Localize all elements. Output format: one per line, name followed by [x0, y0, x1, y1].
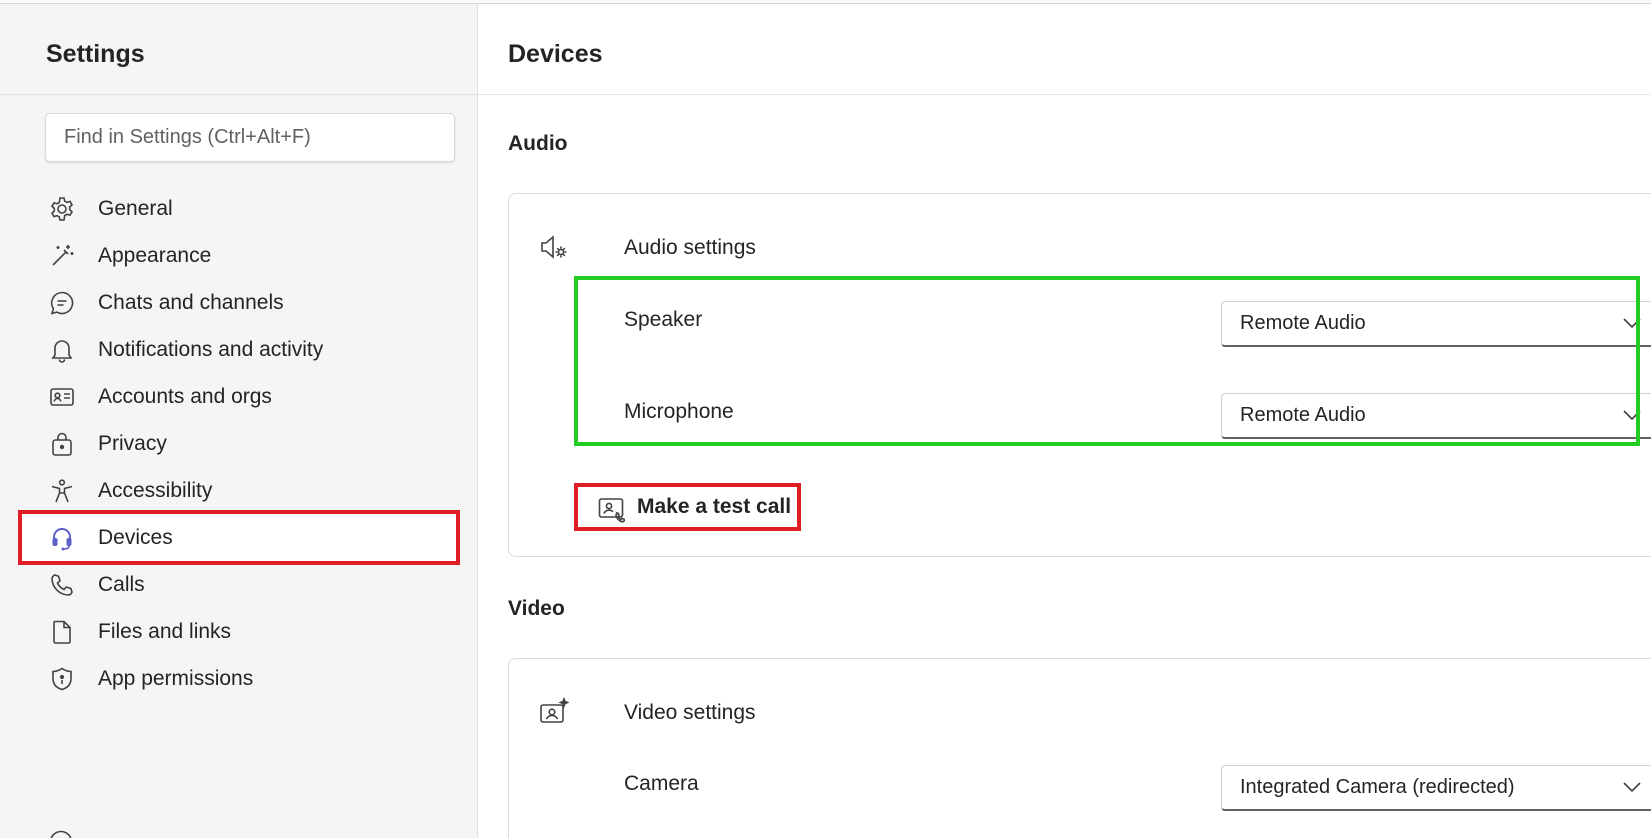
sidebar-item-label: Files and links [98, 620, 232, 643]
camera-dropdown-value: Integrated Camera (redirected) [1240, 776, 1515, 798]
sidebar-item-notifications[interactable]: Notifications and activity [18, 325, 460, 375]
sidebar-item-label: General [98, 197, 173, 220]
camera-label: Camera [624, 772, 699, 795]
sidebar-item-label: Accessibility [98, 479, 213, 502]
test-call-icon [598, 498, 626, 523]
sidebar-item-label: Devices [98, 525, 173, 549]
file-icon [48, 618, 76, 646]
sidebar-item-label: Accounts and orgs [98, 385, 272, 408]
id-card-icon [48, 383, 76, 411]
settings-search-input[interactable] [64, 126, 436, 149]
phone-icon [48, 571, 76, 599]
video-settings-card: Video settings Camera Integrated Camera … [508, 658, 1651, 838]
chevron-down-icon [1623, 318, 1641, 329]
sidebar-item-label: Chats and channels [98, 291, 284, 314]
accessibility-icon [48, 477, 76, 505]
make-test-call-label: Make a test call [637, 495, 792, 518]
camera-sparkle-icon [539, 696, 570, 727]
sidebar-item-devices[interactable]: Devices [18, 510, 460, 565]
sidebar-item-label: Notifications and activity [98, 338, 324, 361]
speaker-label: Speaker [624, 308, 703, 331]
sidebar-item-accounts-and-orgs[interactable]: Accounts and orgs [18, 372, 460, 422]
sidebar-item-app-permissions[interactable]: App permissions [18, 654, 460, 704]
chat-bubble-icon [48, 289, 76, 317]
sidebar-item-appearance[interactable]: Appearance [18, 231, 460, 281]
chevron-down-icon [1623, 782, 1641, 793]
video-section-title: Video [508, 597, 565, 620]
audio-settings-title: Audio settings [624, 236, 756, 259]
shield-icon [48, 665, 76, 693]
sidebar-item-chats-and-channels[interactable]: Chats and channels [18, 278, 460, 328]
microphone-label: Microphone [624, 400, 734, 423]
sidebar-item-calls[interactable]: Calls [18, 560, 460, 610]
gear-icon [48, 195, 76, 223]
speaker-gear-icon [539, 232, 569, 262]
sidebar-item-label: Calls [98, 573, 145, 596]
sidebar-item-general[interactable]: General [18, 184, 460, 234]
headset-icon [48, 524, 76, 552]
settings-search-box[interactable] [45, 113, 455, 162]
main-header: Devices [478, 4, 1651, 95]
sidebar-item-label: Privacy [98, 432, 167, 455]
settings-sidebar: Settings General Appearance [0, 4, 478, 838]
speaker-dropdown[interactable]: Remote Audio [1221, 301, 1651, 347]
info-icon [48, 829, 76, 838]
make-test-call-button[interactable]: Make a test call [574, 483, 801, 531]
microphone-dropdown[interactable]: Remote Audio [1221, 393, 1651, 439]
settings-main-panel: Devices Audio Audio settings Speaker Rem… [478, 4, 1651, 838]
sidebar-item-label: Appearance [98, 244, 212, 267]
microphone-dropdown-value: Remote Audio [1240, 404, 1366, 426]
audio-section-title: Audio [508, 132, 568, 155]
video-settings-title: Video settings [624, 701, 756, 724]
speaker-dropdown-value: Remote Audio [1240, 312, 1366, 334]
chevron-down-icon [1623, 410, 1641, 421]
sidebar-item-label: App permissions [98, 667, 254, 690]
sidebar-item-accessibility[interactable]: Accessibility [18, 466, 460, 516]
page-title: Devices [508, 40, 603, 68]
lock-bag-icon [48, 430, 76, 458]
sidebar-item-privacy[interactable]: Privacy [18, 419, 460, 469]
magic-wand-icon [48, 242, 76, 270]
sidebar-item-files-and-links[interactable]: Files and links [18, 607, 460, 657]
camera-dropdown[interactable]: Integrated Camera (redirected) [1221, 765, 1651, 811]
sidebar-header: Settings [0, 4, 477, 95]
sidebar-title: Settings [46, 40, 145, 68]
bell-icon [48, 336, 76, 364]
